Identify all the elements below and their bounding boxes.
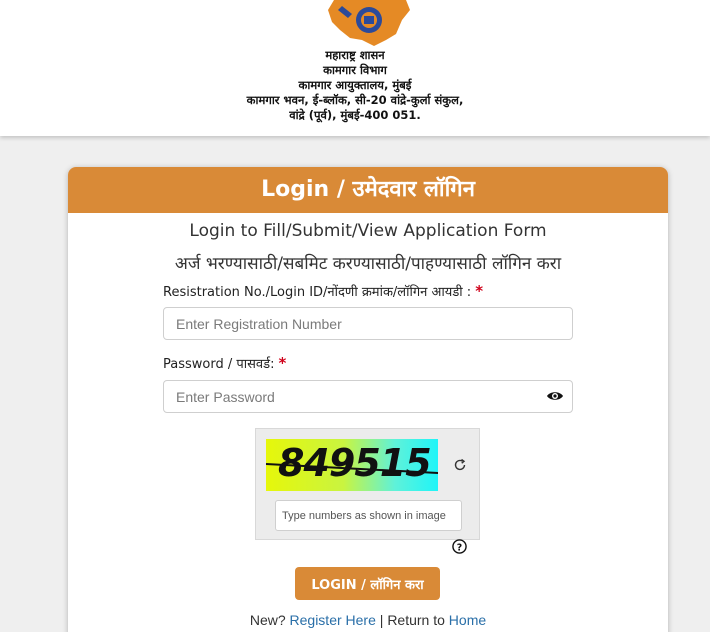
org-line: कामगार भवन, ई-ब्लॉक, सी-20 वांद्रे-कुर्ल… [246, 93, 464, 107]
required-mark: * [475, 282, 484, 300]
password-label-text: Password / पासवर्ड: [163, 357, 275, 372]
password-label: Password / पासवर्ड: * [163, 354, 286, 372]
return-text: Return to [387, 612, 445, 628]
org-line: कामगार विभाग [323, 63, 387, 77]
captcha-box: 849515 [255, 428, 480, 540]
org-line: महाराष्ट्र शासन [325, 48, 385, 62]
site-header: महाराष्ट्र शासन कामगार विभाग कामगार आयुक… [0, 0, 710, 136]
captcha-image: 849515 [266, 439, 438, 491]
registration-label: Resistration No./Login ID/नोंदणी क्रमांक… [163, 282, 483, 300]
subtitle-marathi: अर्ज भरण्यासाठी/सबमिट करण्यासाठी/पाहण्या… [174, 254, 562, 274]
subtitle-english: Login to Fill/Submit/View Application Fo… [189, 221, 547, 241]
registration-label-text: Resistration No./Login ID/नोंदणी क्रमांक… [163, 285, 472, 300]
login-card: Login / उमेदवार लॉगिन Login to Fill/Subm… [68, 167, 668, 632]
footer-links: New? Register Here | Return to Home [68, 612, 668, 628]
org-line: वांद्रे (पूर्व), मुंबई-400 051. [289, 108, 421, 122]
captcha-code: 849515 [278, 441, 432, 485]
login-card-title: Login / उमेदवार लॉगिन [68, 167, 668, 213]
emblem-logo-icon [328, 0, 410, 46]
org-line: कामगार आयुक्तालय, मुंबई [298, 78, 412, 92]
new-text: New? [249, 612, 286, 628]
refresh-icon[interactable] [453, 458, 467, 472]
captcha-input[interactable] [275, 500, 462, 531]
footer-separator: | [379, 612, 384, 628]
eye-icon[interactable] [546, 389, 564, 403]
required-mark: * [278, 354, 287, 372]
register-link[interactable]: Register Here [290, 612, 376, 628]
svg-text:?: ? [457, 542, 462, 553]
login-button[interactable]: LOGIN / लॉगिन करा [295, 567, 440, 600]
help-icon[interactable]: ? [452, 539, 467, 554]
registration-input[interactable] [163, 307, 573, 340]
department-address: महाराष्ट्र शासन कामगार विभाग कामगार आयुक… [0, 48, 710, 123]
home-link[interactable]: Home [449, 612, 486, 628]
password-input[interactable] [163, 380, 573, 413]
